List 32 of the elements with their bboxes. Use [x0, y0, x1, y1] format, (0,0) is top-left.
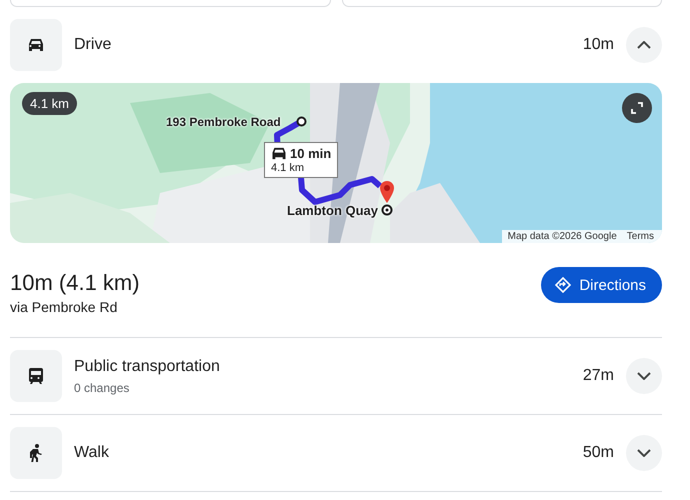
- origin-label: 193 Pembroke Road: [166, 115, 281, 129]
- train-icon: [29, 368, 43, 384]
- callout-time: 10 min: [290, 146, 332, 161]
- expand-icon: [630, 101, 644, 115]
- route-via: via Pembroke Rd: [10, 299, 118, 315]
- origin-marker: [296, 116, 307, 127]
- travel-time: 27m: [582, 367, 614, 385]
- destination-label: Lambton Quay: [287, 203, 378, 218]
- travel-time: 10m: [582, 36, 614, 54]
- callout-distance: 4.1 km: [271, 162, 306, 174]
- route-duration: 10m (4.1 km): [10, 270, 140, 296]
- location-pin-icon: [379, 181, 395, 203]
- travel-time: 50m: [582, 444, 614, 462]
- chevron-up-icon: [637, 41, 651, 49]
- walking-person-icon: [30, 444, 42, 462]
- car-icon: [271, 147, 287, 160]
- mode-subtitle: 0 changes: [74, 380, 130, 394]
- terms-link[interactable]: Terms: [626, 231, 654, 242]
- chevron-down-icon: [637, 372, 651, 380]
- map-attribution: Map data ©2026 Google: [508, 231, 617, 242]
- mode-label: Walk: [74, 444, 110, 462]
- expand-button[interactable]: [626, 435, 662, 471]
- expand-button[interactable]: [626, 358, 662, 394]
- distance-badge: 4.1 km: [22, 92, 78, 115]
- mode-label: Public transportation: [74, 358, 221, 376]
- destination-marker: [381, 204, 393, 216]
- directions-button[interactable]: Directions: [541, 267, 662, 303]
- car-icon: [28, 38, 44, 52]
- collapse-button[interactable]: [626, 27, 662, 63]
- chevron-down-icon: [637, 449, 651, 457]
- directions-icon: [555, 277, 572, 293]
- mode-label: Drive: [74, 36, 112, 54]
